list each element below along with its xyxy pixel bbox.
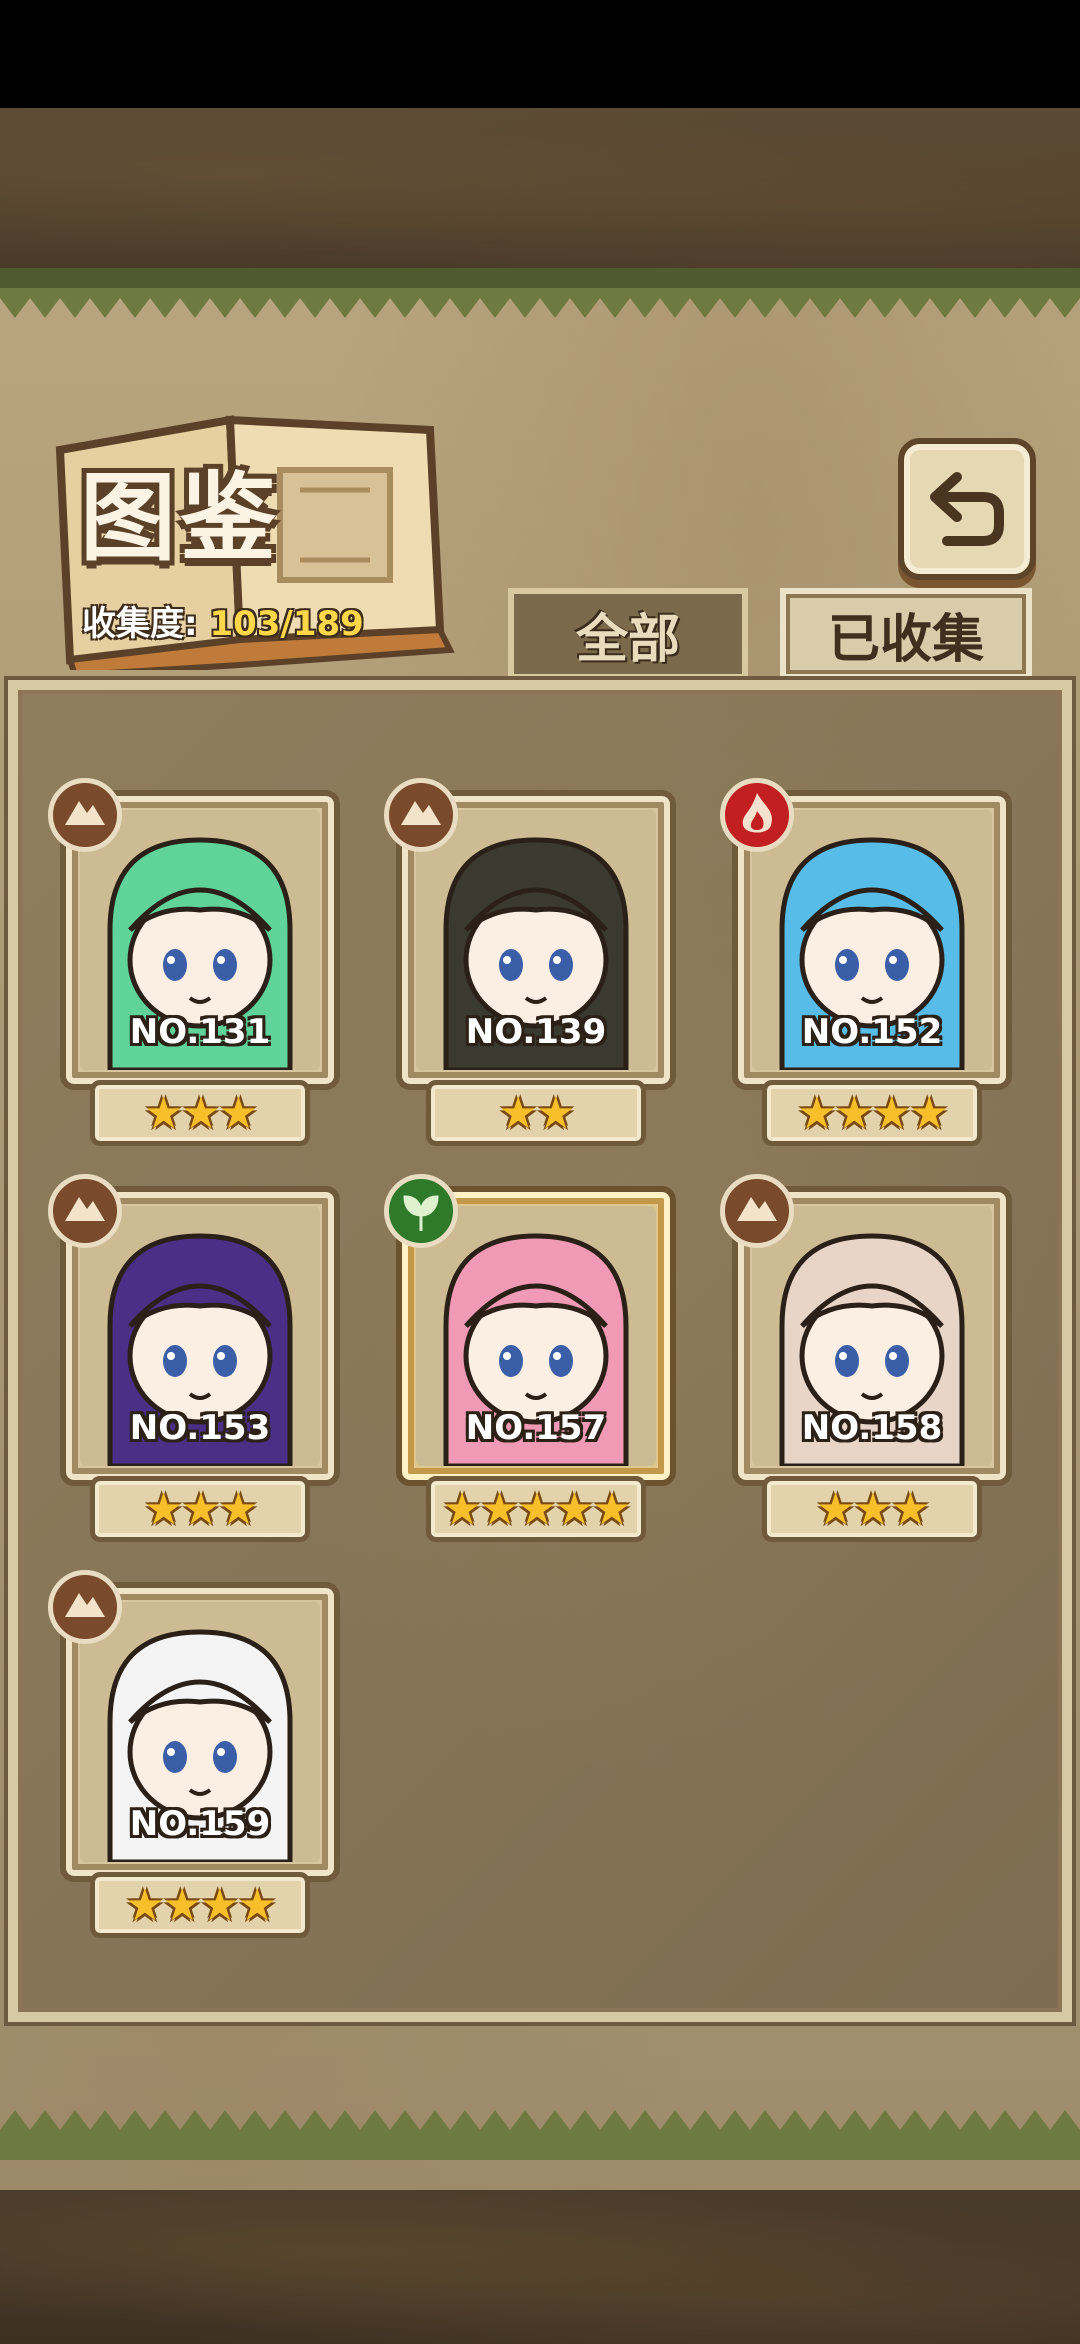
stars-icon: ★★★★ [797, 1087, 949, 1139]
character-number: NO.131 [129, 1012, 271, 1052]
bottom-map-band [0, 2190, 1080, 2344]
stars-icon: ★★★ [815, 1483, 930, 1535]
fire-icon [720, 778, 794, 852]
back-arrow-icon [930, 472, 1004, 546]
character-number: NO.152 [801, 1012, 943, 1052]
character-card[interactable]: NO.159 ★★★★ [48, 1570, 350, 1952]
stars-icon: ★★ [498, 1087, 576, 1139]
character-number: NO.153 [129, 1408, 271, 1448]
earth-icon [48, 1570, 122, 1644]
character-number: NO.159 [129, 1804, 271, 1844]
star-rating: ★★★ [90, 1080, 310, 1146]
star-rating: ★★★ [90, 1476, 310, 1542]
character-card[interactable]: NO.139 ★★ [384, 778, 686, 1160]
stars-icon: ★★★ [143, 1087, 258, 1139]
status-bar [0, 0, 1080, 108]
character-card[interactable]: NO.158 ★★★ [720, 1174, 1022, 1556]
character-number: NO.158 [801, 1408, 943, 1448]
collection-progress: 收集度: 103/189 [82, 596, 364, 645]
back-button[interactable] [898, 438, 1036, 580]
character-card[interactable]: NO.131 ★★★ [48, 778, 350, 1160]
character-number: NO.157 [465, 1408, 607, 1448]
page-title: 图鉴 [80, 462, 280, 574]
star-rating: ★★★ [762, 1476, 982, 1542]
bottom-zigzag-border [0, 2110, 1080, 2160]
top-map-band [0, 108, 1080, 268]
top-zigzag-border [0, 268, 1080, 318]
character-card[interactable]: NO.153 ★★★ [48, 1174, 350, 1556]
earth-icon [48, 778, 122, 852]
character-card[interactable]: NO.157 ★★★★★ [384, 1174, 686, 1556]
collection-label: 收集度: [82, 604, 198, 644]
earth-icon [384, 778, 458, 852]
star-rating: ★★ [426, 1080, 646, 1146]
collection-count: 103/189 [209, 604, 364, 644]
stars-icon: ★★★★★ [442, 1483, 631, 1535]
tab-all[interactable]: 全部 [508, 588, 748, 680]
earth-icon [48, 1174, 122, 1248]
character-card[interactable]: NO.152 ★★★★ [720, 778, 1022, 1160]
character-number: NO.139 [465, 1012, 607, 1052]
leaf-icon [384, 1174, 458, 1248]
tab-collected[interactable]: 已收集 [780, 588, 1032, 680]
stars-icon: ★★★ [143, 1483, 258, 1535]
stars-icon: ★★★★ [125, 1879, 277, 1931]
star-rating: ★★★★★ [426, 1476, 646, 1542]
star-rating: ★★★★ [90, 1872, 310, 1938]
earth-icon [720, 1174, 794, 1248]
star-rating: ★★★★ [762, 1080, 982, 1146]
